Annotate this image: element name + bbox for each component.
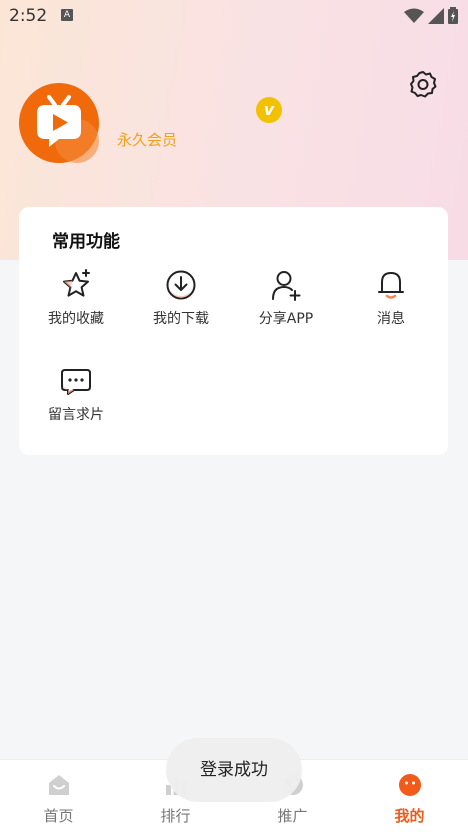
downloads-button[interactable]: 我的下载 — [131, 268, 231, 338]
share-app-button[interactable]: 分享APP — [236, 268, 336, 338]
request-movie-button[interactable]: 留言求片 — [26, 364, 126, 434]
download-icon — [166, 270, 196, 300]
favorites-label: 我的收藏 — [48, 311, 104, 327]
profile-icon — [399, 774, 421, 796]
tv-play-logo-icon — [19, 83, 99, 163]
downloads-label: 我的下载 — [153, 311, 209, 327]
nav-mine[interactable]: 我的 — [351, 760, 468, 834]
signal-icon — [428, 7, 444, 24]
avatar[interactable] — [19, 83, 99, 163]
share-app-label: 分享APP — [258, 311, 314, 327]
add-user-icon — [272, 271, 301, 301]
request-movie-label: 留言求片 — [48, 407, 104, 423]
wifi-icon — [404, 8, 424, 23]
favorites-button[interactable]: 我的收藏 — [26, 268, 126, 338]
vip-badge: v — [256, 97, 282, 123]
functions-card: 常用功能 我的收藏 我的下载 分享APP 消息 留言求片 — [19, 207, 448, 455]
membership-label: 永久会员 — [117, 131, 178, 149]
login-success-toast: 登录成功 — [166, 738, 302, 802]
status-bar: 2:52 A — [0, 0, 468, 32]
gear-icon — [410, 71, 437, 98]
status-time: 2:52 — [9, 6, 48, 26]
bell-icon — [378, 272, 404, 299]
notification-icon: A — [61, 9, 73, 21]
message-icon — [61, 369, 91, 395]
battery-icon — [448, 7, 458, 24]
nav-home-label: 首页 — [43, 807, 74, 825]
status-icons — [404, 7, 458, 24]
nav-home[interactable]: 首页 — [0, 760, 117, 834]
functions-title: 常用功能 — [52, 232, 120, 252]
nav-mine-label: 我的 — [394, 807, 425, 825]
messages-label: 消息 — [377, 311, 405, 327]
settings-button[interactable] — [408, 69, 438, 99]
nav-promote-label: 推广 — [277, 807, 308, 825]
nav-ranking-label: 排行 — [160, 807, 191, 825]
home-icon — [49, 775, 69, 795]
star-icon — [63, 269, 90, 297]
messages-button[interactable]: 消息 — [341, 268, 441, 338]
